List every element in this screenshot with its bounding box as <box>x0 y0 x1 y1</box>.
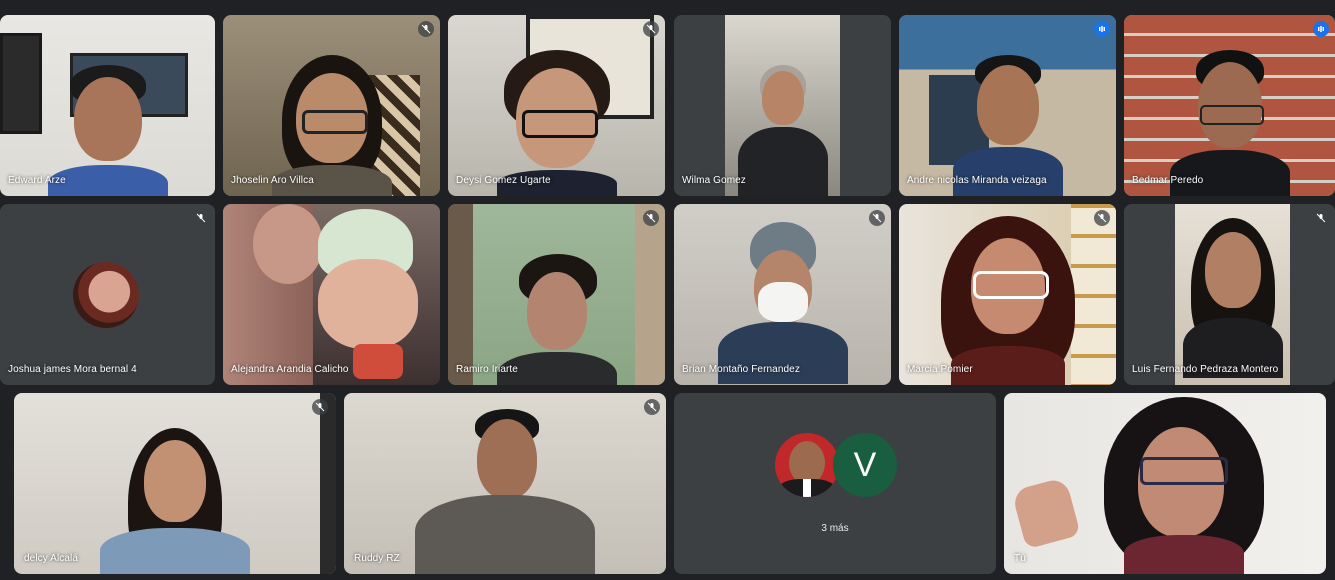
participant-tile-jhoselin[interactable]: Jhoselin Aro Villca <box>223 15 440 196</box>
participant-name: Andre nicolas Miranda veizaga <box>907 175 1047 186</box>
participant-video <box>674 204 891 385</box>
participant-name: Edward Arze <box>8 175 66 186</box>
more-participants-label: 3 más <box>821 523 849 534</box>
avatar <box>775 433 839 497</box>
participant-tile-marcia[interactable]: Marcia Pomier <box>899 204 1116 385</box>
participant-tile-bedmar[interactable]: Bedmar Peredo <box>1124 15 1335 196</box>
participant-video <box>1124 204 1335 385</box>
participant-tile-joshua[interactable]: Joshua james Mora bernal 4 <box>0 204 215 385</box>
participant-video <box>448 204 665 385</box>
participant-video <box>674 15 891 196</box>
mic-off-icon <box>1313 210 1329 226</box>
mic-off-icon <box>869 210 885 226</box>
participant-video <box>899 204 1116 385</box>
participant-tile-ramiro[interactable]: Ramiro Iriarte <box>448 204 665 385</box>
participant-tile-brian[interactable]: Brian Montaño Fernandez <box>674 204 891 385</box>
participant-video <box>14 393 336 574</box>
participant-tile-deysi[interactable]: Deysi Gomez Ugarte <box>448 15 665 196</box>
participant-name: Joshua james Mora bernal 4 <box>8 364 137 375</box>
participant-avatar-view <box>0 204 215 385</box>
letter-avatar: V <box>833 433 897 497</box>
participant-name: Deysi Gomez Ugarte <box>456 175 551 186</box>
participant-name: delcy Alcalá <box>24 553 79 564</box>
participant-name: Marcia Pomier <box>907 364 973 375</box>
participant-tile-alejandra[interactable]: Alejandra Arandia Calicho <box>223 204 440 385</box>
participant-video <box>448 15 665 196</box>
participant-tile-luis[interactable]: Luis Fernando Pedraza Montero <box>1124 204 1335 385</box>
participant-tile-self[interactable]: Tú <box>1004 393 1326 574</box>
mic-off-icon <box>644 399 660 415</box>
mic-off-icon <box>193 210 209 226</box>
participant-name: Wilma Gomez <box>682 175 746 186</box>
participant-video <box>223 15 440 196</box>
mic-off-icon <box>643 21 659 37</box>
participant-video <box>1124 15 1335 196</box>
participant-video <box>899 15 1116 196</box>
participant-name: Ruddy RZ <box>354 553 400 564</box>
mic-off-icon <box>312 399 328 415</box>
more-participants-tile[interactable]: V 3 más <box>674 393 996 574</box>
participant-tile-ruddy[interactable]: Ruddy RZ <box>344 393 666 574</box>
participant-tile-delcy[interactable]: delcy Alcalá <box>14 393 336 574</box>
mic-off-icon <box>1094 210 1110 226</box>
participant-video <box>0 15 215 196</box>
mic-off-icon <box>418 21 434 37</box>
participant-video <box>1004 393 1326 574</box>
participant-name: Jhoselin Aro Villca <box>231 175 314 186</box>
participant-name: Alejandra Arandia Calicho <box>231 364 349 375</box>
participant-name: Brian Montaño Fernandez <box>682 364 800 375</box>
participant-video <box>223 204 440 385</box>
participant-tile-wilma[interactable]: Wilma Gomez <box>674 15 891 196</box>
participant-name: Ramiro Iriarte <box>456 364 518 375</box>
participant-name: Tú <box>1014 553 1026 564</box>
participant-name: Luis Fernando Pedraza Montero <box>1132 364 1279 375</box>
participant-name: Bedmar Peredo <box>1132 175 1204 186</box>
avatar <box>73 262 139 328</box>
participant-tile-edward[interactable]: Edward Arze <box>0 15 215 196</box>
participant-tile-andre[interactable]: Andre nicolas Miranda veizaga <box>899 15 1116 196</box>
audio-level-icon <box>1313 21 1329 37</box>
participant-video <box>344 393 666 574</box>
mic-off-icon <box>643 210 659 226</box>
meeting-grid: { "participants": [ {"name": "Edward Arz… <box>0 0 1335 580</box>
audio-level-icon <box>1094 21 1110 37</box>
